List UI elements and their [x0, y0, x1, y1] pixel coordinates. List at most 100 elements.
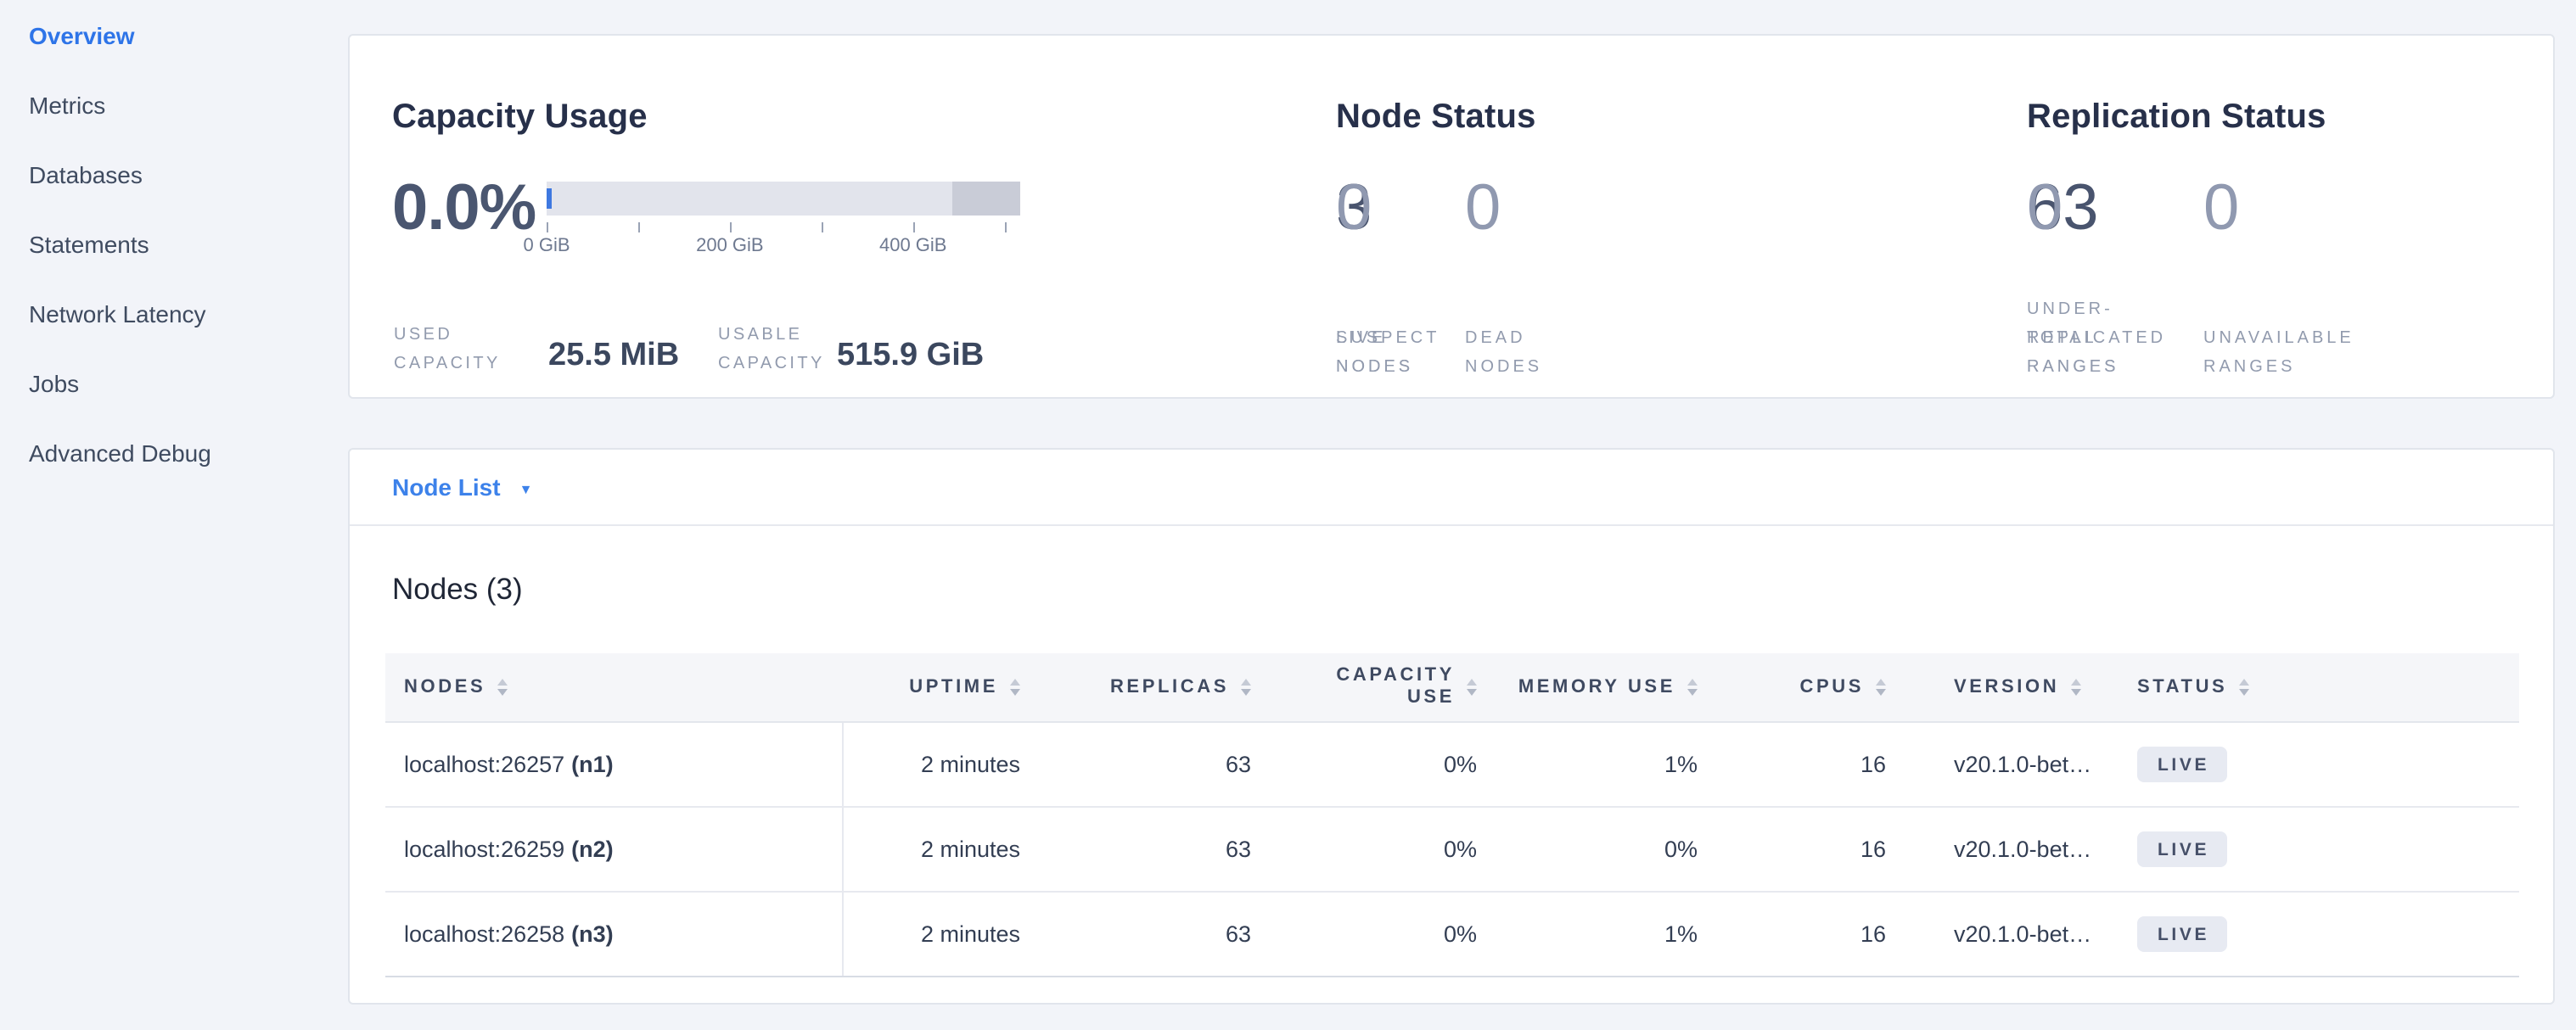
sort-arrows-icon	[2239, 679, 2249, 696]
node-status-section: Node Status 3LIVENODES0SUSPECTNODES0DEAD…	[1336, 97, 1536, 137]
capacity-bar-used-segment	[547, 188, 551, 209]
node-address-cell[interactable]: localhost:26259 (n2)	[385, 808, 844, 891]
table-row[interactable]: localhost:26258(n3)2 minutes630%1%16v20.…	[385, 893, 2519, 977]
version-cell: v20.1.0-bet…	[1903, 808, 2120, 891]
sort-arrows-icon	[2071, 679, 2081, 696]
sort-arrows-icon	[1687, 679, 1698, 696]
column-header-label: REPLICAS	[1110, 676, 1229, 698]
node-address-cell[interactable]: localhost:26258 (n3)	[385, 893, 844, 976]
stat-label: SUSPECTNODES	[1336, 324, 1440, 382]
sort-arrows-icon	[1467, 679, 1477, 696]
column-header-label: UPTIME	[909, 676, 998, 698]
column-header-status[interactable]: STATUS	[2120, 653, 2519, 721]
table-row[interactable]: localhost:26259(n2)2 minutes630%0%16v20.…	[385, 808, 2519, 893]
column-header-memory-use[interactable]: MEMORY USE	[1494, 653, 1715, 721]
nodes-table: NODES UPTIME REPLICAS CAPACITYUSE MEMORY USE…	[385, 653, 2519, 977]
sidebar-item-metrics[interactable]: Metrics	[0, 70, 346, 139]
sidebar-item-overview[interactable]: Overview	[0, 0, 346, 70]
column-header-label: CPUS	[1799, 676, 1864, 698]
capacity-bar-track	[547, 182, 1020, 216]
sort-arrows-icon	[1010, 679, 1020, 696]
uptime-cell: 2 minutes	[844, 723, 1037, 806]
stat-label: USEDCAPACITY	[394, 321, 501, 378]
node-address: localhost:26259	[404, 837, 564, 862]
column-header-uptime[interactable]: UPTIME	[844, 653, 1037, 721]
version-cell: v20.1.0-bet…	[1903, 893, 2120, 976]
axis-tick	[822, 222, 823, 232]
capacity-use-cell: 0%	[1268, 808, 1494, 891]
node-address-cell[interactable]: localhost:26257 (n1)	[385, 723, 844, 806]
db-console-overview-page: OverviewMetricsDatabasesStatementsNetwor…	[0, 0, 2576, 1030]
node-id: (n3)	[571, 921, 614, 947]
memory-use-cell: 1%	[1494, 893, 1715, 976]
stat-value: 515.9 GiB	[837, 338, 984, 375]
node-address: localhost:26257	[404, 752, 564, 777]
memory-use-cell: 1%	[1494, 723, 1715, 806]
stat-value: 0	[2203, 171, 2407, 246]
sidebar-item-databases[interactable]: Databases	[0, 139, 346, 209]
replicas-cell: 63	[1037, 723, 1268, 806]
sort-arrows-icon	[1876, 679, 1886, 696]
axis-tick-label: 0 GiB	[523, 236, 570, 256]
sidebar: OverviewMetricsDatabasesStatementsNetwor…	[0, 0, 346, 1030]
axis-tick	[1005, 222, 1007, 232]
cpus-cell: 16	[1715, 893, 1903, 976]
cpus-cell: 16	[1715, 808, 1903, 891]
capacity-usage-bar-chart: 0 GiB200 GiB400 GiB	[547, 182, 1020, 260]
capacity-bar-tick-labels: 0 GiB200 GiB400 GiB	[547, 236, 1020, 260]
sidebar-item-network-latency[interactable]: Network Latency	[0, 278, 346, 348]
sort-arrows-icon	[1241, 679, 1251, 696]
cluster-summary-card: Capacity Usage 0.0% 0 GiB200 GiB400 GiB …	[348, 34, 2555, 399]
node-status-stat-dead-nodes: 0DEADNODES	[1465, 171, 1669, 382]
version-cell: v20.1.0-bet…	[1903, 723, 2120, 806]
stat-value: 0	[1465, 171, 1669, 246]
node-list-dropdown[interactable]: Node List ▼	[350, 450, 2553, 526]
stat-label: UNAVAILABLERANGES	[2203, 324, 2354, 382]
node-id: (n2)	[571, 837, 614, 862]
stat-value: 0	[2027, 171, 2231, 246]
axis-tick-label: 400 GiB	[879, 236, 947, 256]
nodes-table-title: Nodes (3)	[392, 572, 523, 607]
sidebar-item-jobs[interactable]: Jobs	[0, 348, 346, 417]
node-address: localhost:26258	[404, 921, 564, 947]
column-header-label: CAPACITYUSE	[1336, 665, 1455, 709]
node-id: (n1)	[571, 752, 614, 777]
sidebar-item-statements[interactable]: Statements	[0, 209, 346, 278]
replicas-cell: 63	[1037, 808, 1268, 891]
memory-use-cell: 0%	[1494, 808, 1715, 891]
column-header-label: STATUS	[2137, 676, 2227, 698]
chevron-down-icon: ▼	[519, 481, 533, 496]
status-cell: LIVE	[2120, 893, 2519, 976]
stat-value: 25.5 MiB	[548, 338, 679, 375]
uptime-cell: 2 minutes	[844, 808, 1037, 891]
status-cell: LIVE	[2120, 808, 2519, 891]
column-header-capacity-use[interactable]: CAPACITYUSE	[1268, 653, 1494, 721]
status-badge: LIVE	[2137, 831, 2226, 867]
sidebar-item-advanced-debug[interactable]: Advanced Debug	[0, 417, 346, 487]
capacity-usage-title: Capacity Usage	[392, 97, 648, 137]
replication-status-title: Replication Status	[2027, 97, 2326, 137]
stat-label: USABLECAPACITY	[718, 321, 825, 378]
capacity-use-cell: 0%	[1268, 723, 1494, 806]
replication-stat-under-replicated-ranges: 0 UNDER-REPLICATEDRANGES	[2027, 171, 2231, 382]
column-header-label: NODES	[404, 676, 485, 698]
column-header-version[interactable]: VERSION	[1903, 653, 2120, 721]
column-header-nodes[interactable]: NODES	[385, 653, 844, 721]
column-header-label: VERSION	[1954, 676, 2059, 698]
axis-tick-label: 200 GiB	[696, 236, 764, 256]
capacity-used-percent: 0.0%	[392, 171, 536, 246]
column-header-cpus[interactable]: CPUS	[1715, 653, 1903, 721]
table-row[interactable]: localhost:26257 (n1) 2 minutes630%1%16v20.…	[385, 723, 2519, 808]
replication-stat-unavailable-ranges: 0 UNAVAILABLERANGES	[2203, 171, 2407, 382]
stat-label: UNDER-REPLICATEDRANGES	[2027, 295, 2166, 382]
axis-tick	[638, 222, 640, 232]
capacity-bar-other-segment	[951, 182, 1020, 216]
replication-status-section: Replication Status 63TOTALRANGES0UNDER-R…	[2027, 97, 2326, 137]
capacity-use-cell: 0%	[1268, 893, 1494, 976]
cpus-cell: 16	[1715, 723, 1903, 806]
table-body: localhost:26257(n1)2 minutes630%1%16v20.…	[385, 723, 2519, 977]
column-header-replicas[interactable]: REPLICAS	[1037, 653, 1268, 721]
sort-arrows-icon	[497, 679, 508, 696]
status-badge: LIVE	[2137, 747, 2226, 782]
node-list-dropdown-label: Node List	[392, 473, 501, 501]
